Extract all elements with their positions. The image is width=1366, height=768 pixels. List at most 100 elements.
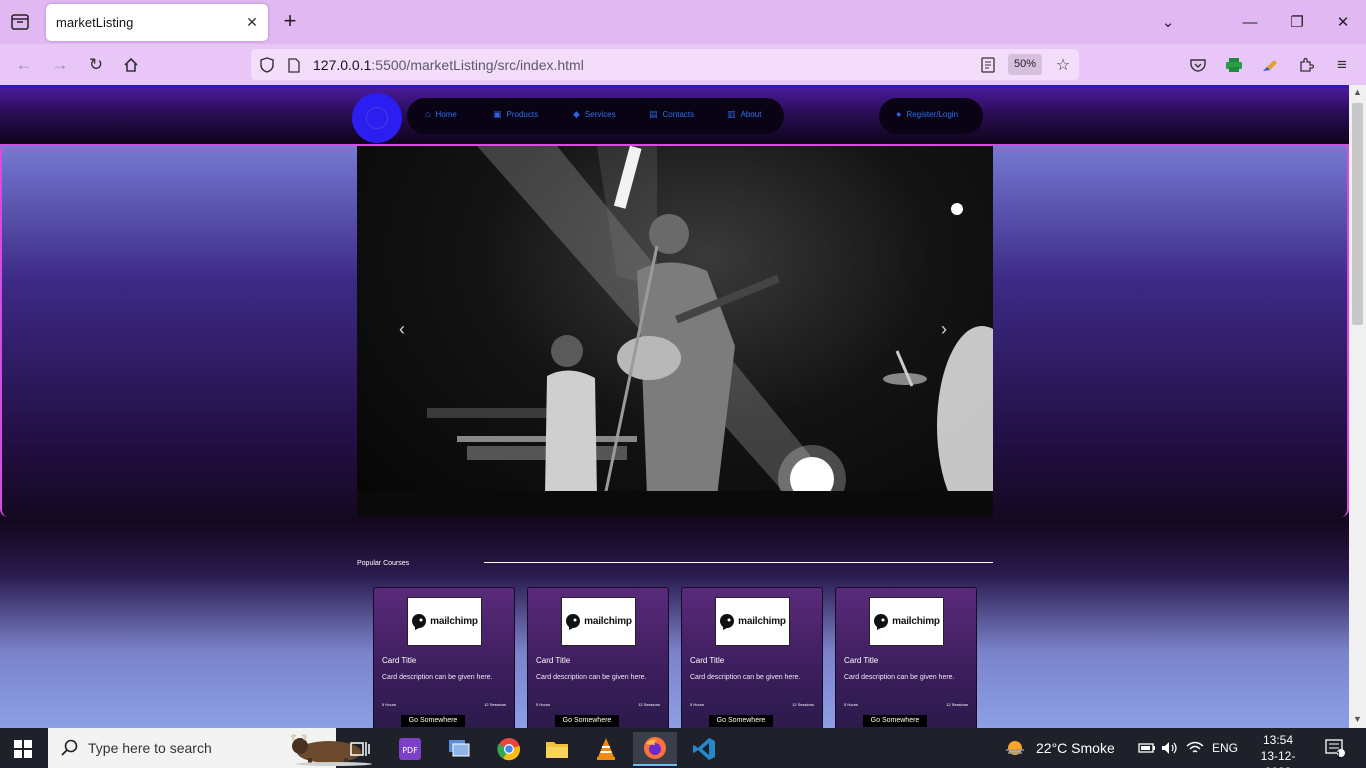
chrome-icon[interactable] xyxy=(487,732,531,766)
scroll-up-icon[interactable]: ▲ xyxy=(1352,87,1363,99)
network-app-icon[interactable] xyxy=(437,732,481,766)
list-all-tabs-icon[interactable]: ⌄ xyxy=(1154,8,1182,36)
carousel-next-icon[interactable]: › xyxy=(941,319,947,340)
nav-about[interactable]: ▥ About xyxy=(727,109,761,120)
minimize-icon[interactable]: — xyxy=(1236,8,1264,36)
reload-icon[interactable]: ↻ xyxy=(84,53,108,77)
svg-text:PDF: PDF xyxy=(402,746,418,755)
url-host: 127.0.0.1 xyxy=(313,57,372,73)
pdf-app-icon[interactable]: PDF xyxy=(388,732,432,766)
weather-icon[interactable] xyxy=(1004,739,1026,757)
home-icon[interactable] xyxy=(119,53,143,77)
close-window-icon[interactable]: ✕ xyxy=(1329,8,1357,36)
section-divider xyxy=(484,562,993,563)
firefox-icon[interactable] xyxy=(633,732,677,766)
card-sessions: 12 Sessions xyxy=(638,702,660,707)
nav-services[interactable]: ◆ Services xyxy=(573,109,616,120)
course-card: mailchimp Card Title Card description ca… xyxy=(373,587,515,728)
print-icon[interactable] xyxy=(1222,53,1246,77)
go-somewhere-button[interactable]: Go Somewhere xyxy=(555,715,619,727)
concert-photo xyxy=(357,146,993,517)
go-somewhere-button[interactable]: Go Somewhere xyxy=(401,715,465,727)
new-tab-icon[interactable]: + xyxy=(280,10,300,34)
menu-icon[interactable]: ≡ xyxy=(1330,53,1354,77)
battery-icon[interactable] xyxy=(1138,739,1156,757)
logo-ring xyxy=(366,107,388,129)
zoom-level[interactable]: 50% xyxy=(1008,54,1042,75)
logo-text: mailchimp xyxy=(584,616,632,627)
register-login-button[interactable]: ● Register/Login xyxy=(879,98,983,134)
close-tab-icon[interactable]: ✕ xyxy=(244,14,260,30)
user-icon: ● xyxy=(896,109,902,119)
file-explorer-icon[interactable] xyxy=(535,732,579,766)
extension-pen-icon[interactable] xyxy=(1258,53,1282,77)
vscode-icon[interactable] xyxy=(682,732,726,766)
products-icon: ▣ xyxy=(493,109,502,119)
clock[interactable]: 13:54 13-12-2023 xyxy=(1248,732,1308,768)
page-scrollbar[interactable]: ▲ ▼ xyxy=(1349,85,1366,728)
mailchimp-logo-icon: mailchimp xyxy=(715,597,790,646)
go-somewhere-button[interactable]: Go Somewhere xyxy=(709,715,773,727)
scroll-thumb[interactable] xyxy=(1352,103,1363,325)
reader-view-icon[interactable] xyxy=(978,55,998,75)
card-title: Card Title xyxy=(536,656,571,665)
task-view-icon[interactable] xyxy=(338,732,382,766)
register-login[interactable]: ● Register/Login xyxy=(896,109,958,119)
card-sessions: 12 Sessions xyxy=(484,702,506,707)
search-placeholder: Type here to search xyxy=(88,740,212,756)
page-icon[interactable] xyxy=(284,55,304,75)
nav-contacts[interactable]: ▤ Contacts xyxy=(649,109,694,120)
tab-list-icon[interactable] xyxy=(8,10,32,34)
search-icon xyxy=(60,738,80,758)
card-description: Card description can be given here. xyxy=(382,674,493,681)
restore-icon[interactable]: ❐ xyxy=(1283,8,1311,36)
about-icon: ▥ xyxy=(727,109,736,119)
scroll-down-icon[interactable]: ▼ xyxy=(1352,714,1363,726)
popular-courses-title: Popular Courses xyxy=(357,560,410,567)
windows-taskbar: Type here to search PDF 22°C Smoke ENG 1… xyxy=(0,728,1366,768)
taskbar-search[interactable]: Type here to search xyxy=(48,728,372,768)
carousel-prev-icon[interactable]: ‹ xyxy=(399,319,405,340)
weather-text[interactable]: 22°C Smoke xyxy=(1036,740,1115,756)
card-sessions: 12 Sessions xyxy=(792,702,814,707)
site-logo[interactable] xyxy=(352,93,402,143)
back-icon[interactable]: ← xyxy=(12,53,36,77)
bookmark-star-icon[interactable]: ☆ xyxy=(1053,55,1073,75)
vlc-icon[interactable] xyxy=(584,732,628,766)
services-icon: ◆ xyxy=(573,109,580,119)
card-hours: 5 Hours xyxy=(844,702,859,707)
extensions-icon[interactable] xyxy=(1294,53,1318,77)
go-somewhere-button[interactable]: Go Somewhere xyxy=(863,715,927,727)
nav-products[interactable]: ▣ Products xyxy=(493,109,538,120)
shield-icon[interactable] xyxy=(257,55,277,75)
hero-carousel: ‹ › xyxy=(357,146,993,517)
logo-text: mailchimp xyxy=(430,616,478,627)
course-card: mailchimp Card Title Card description ca… xyxy=(681,587,823,728)
tab-title: marketListing xyxy=(56,15,134,30)
url-text[interactable]: 127.0.0.1:5500/marketListing/src/index.h… xyxy=(313,57,584,73)
wifi-icon[interactable] xyxy=(1186,739,1204,757)
nav-home-label: Home xyxy=(435,109,457,119)
forward-icon[interactable]: → xyxy=(48,53,72,77)
nav-contacts-label: Contacts xyxy=(662,110,695,119)
tab-marketlisting[interactable]: marketListing ✕ xyxy=(46,4,268,41)
volume-icon[interactable] xyxy=(1161,739,1179,757)
site-header: ⌂ Home ▣ Products ◆ Services ▤ Contacts ▥ Abo… xyxy=(0,88,1349,146)
course-card: mailchimp Card Title Card description ca… xyxy=(527,587,669,728)
mailchimp-logo-icon: mailchimp xyxy=(407,597,482,646)
notifications-icon[interactable] xyxy=(1324,739,1346,757)
main-nav: ⌂ Home ▣ Products ◆ Services ▤ Contacts ▥ Abo… xyxy=(407,98,784,134)
browser-toolbar: ← → ↻ 127.0.0.1:5500/marketListing/src/i… xyxy=(0,44,1366,85)
url-path: :5500/marketListing/src/index.html xyxy=(371,57,584,73)
nav-home[interactable]: ⌂ Home xyxy=(425,109,457,119)
language-indicator[interactable]: ENG xyxy=(1212,741,1238,755)
card-hours: 5 Hours xyxy=(382,702,397,707)
start-button[interactable] xyxy=(14,740,32,758)
mailchimp-logo-icon: mailchimp xyxy=(561,597,636,646)
url-bar[interactable]: 127.0.0.1:5500/marketListing/src/index.h… xyxy=(251,49,1079,80)
logo-text: mailchimp xyxy=(738,616,786,627)
card-title: Card Title xyxy=(844,656,879,665)
card-hours: 5 Hours xyxy=(536,702,551,707)
pocket-icon[interactable] xyxy=(1186,53,1210,77)
browser-tab-bar: marketListing ✕ + ⌄ — ❐ ✕ xyxy=(0,0,1366,44)
